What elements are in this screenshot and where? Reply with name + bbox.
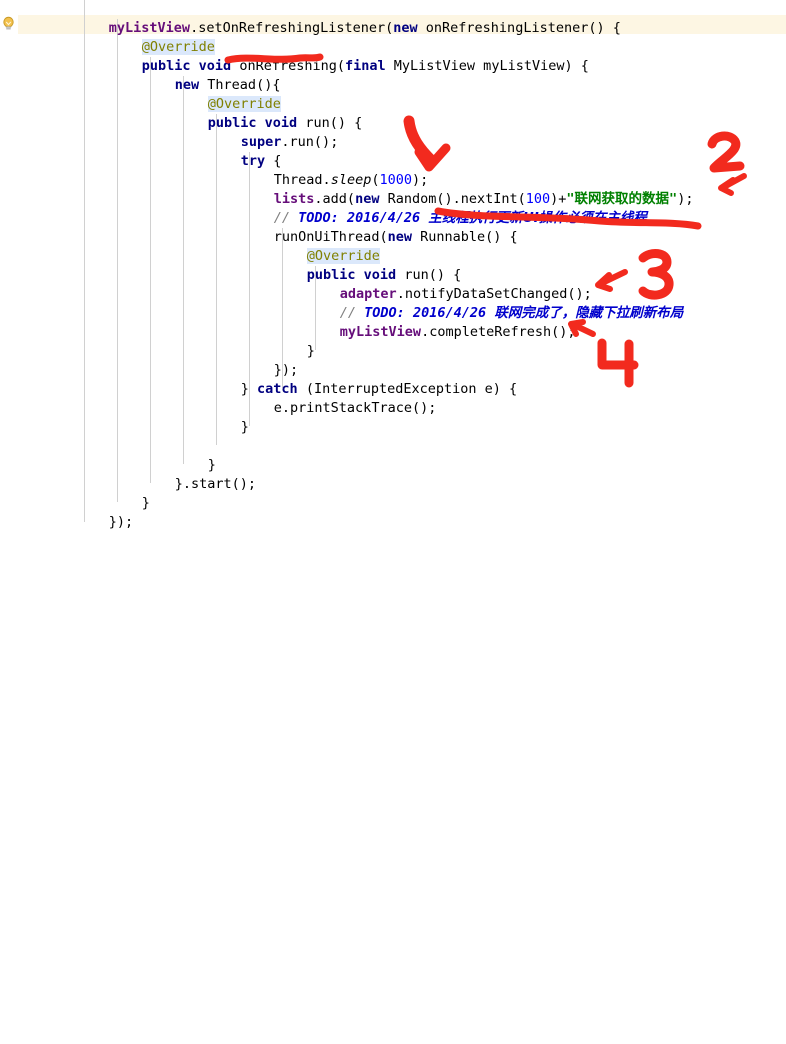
code-line[interactable]: }); xyxy=(0,494,133,530)
code-line[interactable]: @Override xyxy=(0,228,380,264)
editor-window: myListView.setOnRefreshingListener(new o… xyxy=(0,0,786,530)
code-line[interactable]: public void run() { xyxy=(0,95,362,131)
code-line[interactable]: }); xyxy=(0,342,298,378)
code-line[interactable]: @Override xyxy=(0,19,215,55)
code-line[interactable]: } xyxy=(0,437,216,473)
code-line[interactable]: } catch (InterruptedException e) { xyxy=(0,361,517,397)
code-line[interactable]: @Override xyxy=(0,76,281,112)
code-line[interactable]: // TODO: 2016/4/26 主线程执行更新UI操作必须在主线程 xyxy=(0,190,647,226)
code-line[interactable]: runOnUiThread(new Runnable() { xyxy=(0,209,518,245)
code-line[interactable]: } xyxy=(0,323,315,359)
code-line[interactable]: e.printStackTrace(); xyxy=(0,380,437,416)
code-line[interactable]: public void run() { xyxy=(0,247,461,283)
code-text-area[interactable]: myListView.setOnRefreshingListener(new o… xyxy=(0,0,786,530)
code-line[interactable]: lists.add(new Random().nextInt(100)+"联网获… xyxy=(0,171,694,207)
code-line[interactable]: new Thread(){ xyxy=(0,57,281,93)
code-line[interactable]: super.run(); xyxy=(0,114,339,150)
code-line[interactable]: myListView.setOnRefreshingListener(new o… xyxy=(0,0,621,36)
code-line[interactable]: Thread.sleep(1000); xyxy=(0,152,428,188)
code-line[interactable]: public void onRefreshing(final MyListVie… xyxy=(0,38,589,74)
code-line[interactable]: }.start(); xyxy=(0,456,256,492)
code-line[interactable]: } xyxy=(0,475,150,511)
code-line[interactable]: try { xyxy=(0,133,282,169)
code-line[interactable]: // TODO: 2016/4/26 联网完成了，隐藏下拉刷新布局 xyxy=(0,285,683,321)
code-line[interactable]: myListView.completeRefresh(); xyxy=(0,304,576,340)
code-line[interactable]: } xyxy=(0,399,249,435)
code-line[interactable]: adapter.notifyDataSetChanged(); xyxy=(0,266,592,302)
